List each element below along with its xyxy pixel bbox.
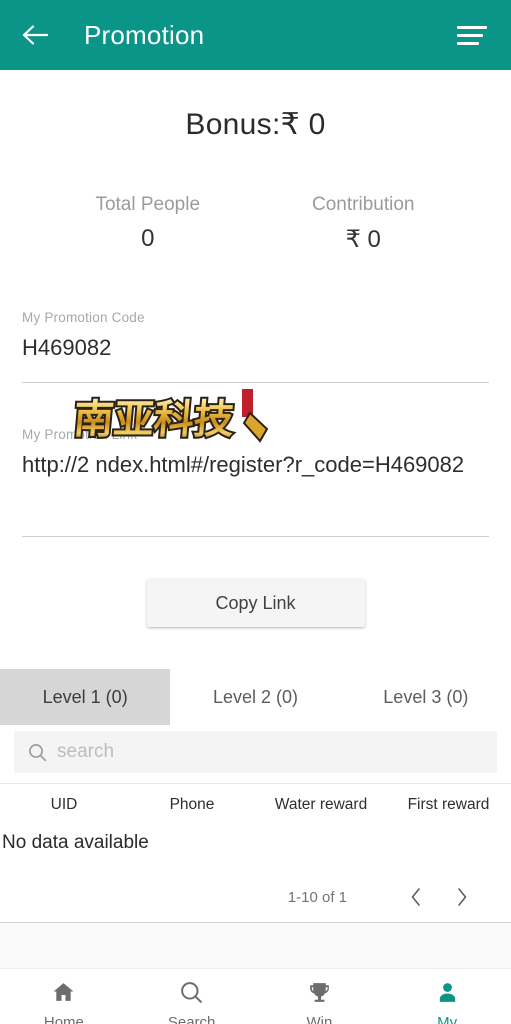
level-tabs: Level 1 (0) Level 2 (0) Level 3 (0) xyxy=(0,669,511,726)
person-icon xyxy=(435,980,460,1010)
promotion-link-field[interactable]: My Promotion Link http://2 ndex.html#/re… xyxy=(22,389,489,538)
bonus-amount: Bonus:₹ 0 xyxy=(185,108,326,141)
nav-item-search[interactable]: Search xyxy=(128,969,256,1024)
promotion-link-label: My Promotion Link xyxy=(22,427,138,443)
stat-label: Contribution xyxy=(312,194,415,215)
search-icon xyxy=(28,743,47,762)
empty-state-message: No data available xyxy=(2,832,149,854)
pagination: 1-10 of 1 xyxy=(0,872,511,922)
calligraphy-watermark-icon: 南亚科技 南亚科技 xyxy=(70,383,274,455)
promotion-screen: Promotion Bonus:₹ 0 Total People 0 Contr… xyxy=(0,0,511,1024)
column-header-water-reward: Water reward xyxy=(274,796,368,814)
table-header-row: UID Phone Water reward First reward xyxy=(0,784,511,826)
bottom-navigation: Home Search Win My xyxy=(0,968,511,1024)
stat-value: ₹ 0 xyxy=(345,226,381,253)
stat-value: 0 xyxy=(141,225,155,252)
pagination-range: 1-10 of 1 xyxy=(287,888,347,906)
tab-level-3[interactable]: Level 3 (0) xyxy=(341,669,511,725)
nav-item-win[interactable]: Win xyxy=(256,969,384,1024)
nav-label: Search xyxy=(167,1014,216,1024)
promotion-code-label: My Promotion Code xyxy=(22,310,145,325)
column-header-first-reward: First reward xyxy=(407,796,490,814)
search-icon xyxy=(179,980,204,1010)
promotion-code-field[interactable]: My Promotion Code H469082 xyxy=(22,284,489,384)
search-row xyxy=(0,725,511,774)
page-title: Promotion xyxy=(84,19,205,50)
summary-stats: Total People 0 Contribution ₹ 0 xyxy=(0,194,511,254)
stat-label: Total People xyxy=(95,194,201,215)
nav-label: Home xyxy=(43,1014,84,1024)
tab-level-2[interactable]: Level 2 (0) xyxy=(170,669,340,725)
column-header-uid: UID xyxy=(50,796,78,814)
copy-link-row: Copy Link xyxy=(0,579,511,628)
nav-item-my[interactable]: My xyxy=(383,969,511,1024)
trophy-icon xyxy=(307,980,332,1010)
promotion-code-value: H469082 xyxy=(22,335,112,360)
home-icon xyxy=(51,980,76,1010)
promotion-link-value: http://2 ndex.html#/register?r_code=H469… xyxy=(22,452,465,478)
copy-link-button[interactable]: Copy Link xyxy=(146,579,365,628)
column-header-phone: Phone xyxy=(169,796,215,814)
stat-contribution: Contribution ₹ 0 xyxy=(256,194,472,254)
chevron-left-icon[interactable] xyxy=(393,877,439,917)
menu-icon[interactable] xyxy=(457,22,491,48)
chevron-right-icon[interactable] xyxy=(439,877,485,917)
table-footer-spacer xyxy=(0,922,511,969)
main-content: Bonus:₹ 0 Total People 0 Contribution ₹ … xyxy=(0,70,511,969)
tab-level-1[interactable]: Level 1 (0) xyxy=(0,669,171,726)
nav-label: My xyxy=(437,1014,458,1024)
nav-label: Win xyxy=(306,1014,333,1024)
back-arrow-icon[interactable] xyxy=(18,18,52,52)
app-header: Promotion xyxy=(0,0,511,70)
nav-item-home[interactable]: Home xyxy=(0,969,128,1024)
search-input[interactable] xyxy=(57,741,483,764)
search-box[interactable] xyxy=(14,731,497,774)
stat-total-people: Total People 0 xyxy=(40,194,256,254)
referral-table: UID Phone Water reward First reward No d… xyxy=(0,783,511,969)
